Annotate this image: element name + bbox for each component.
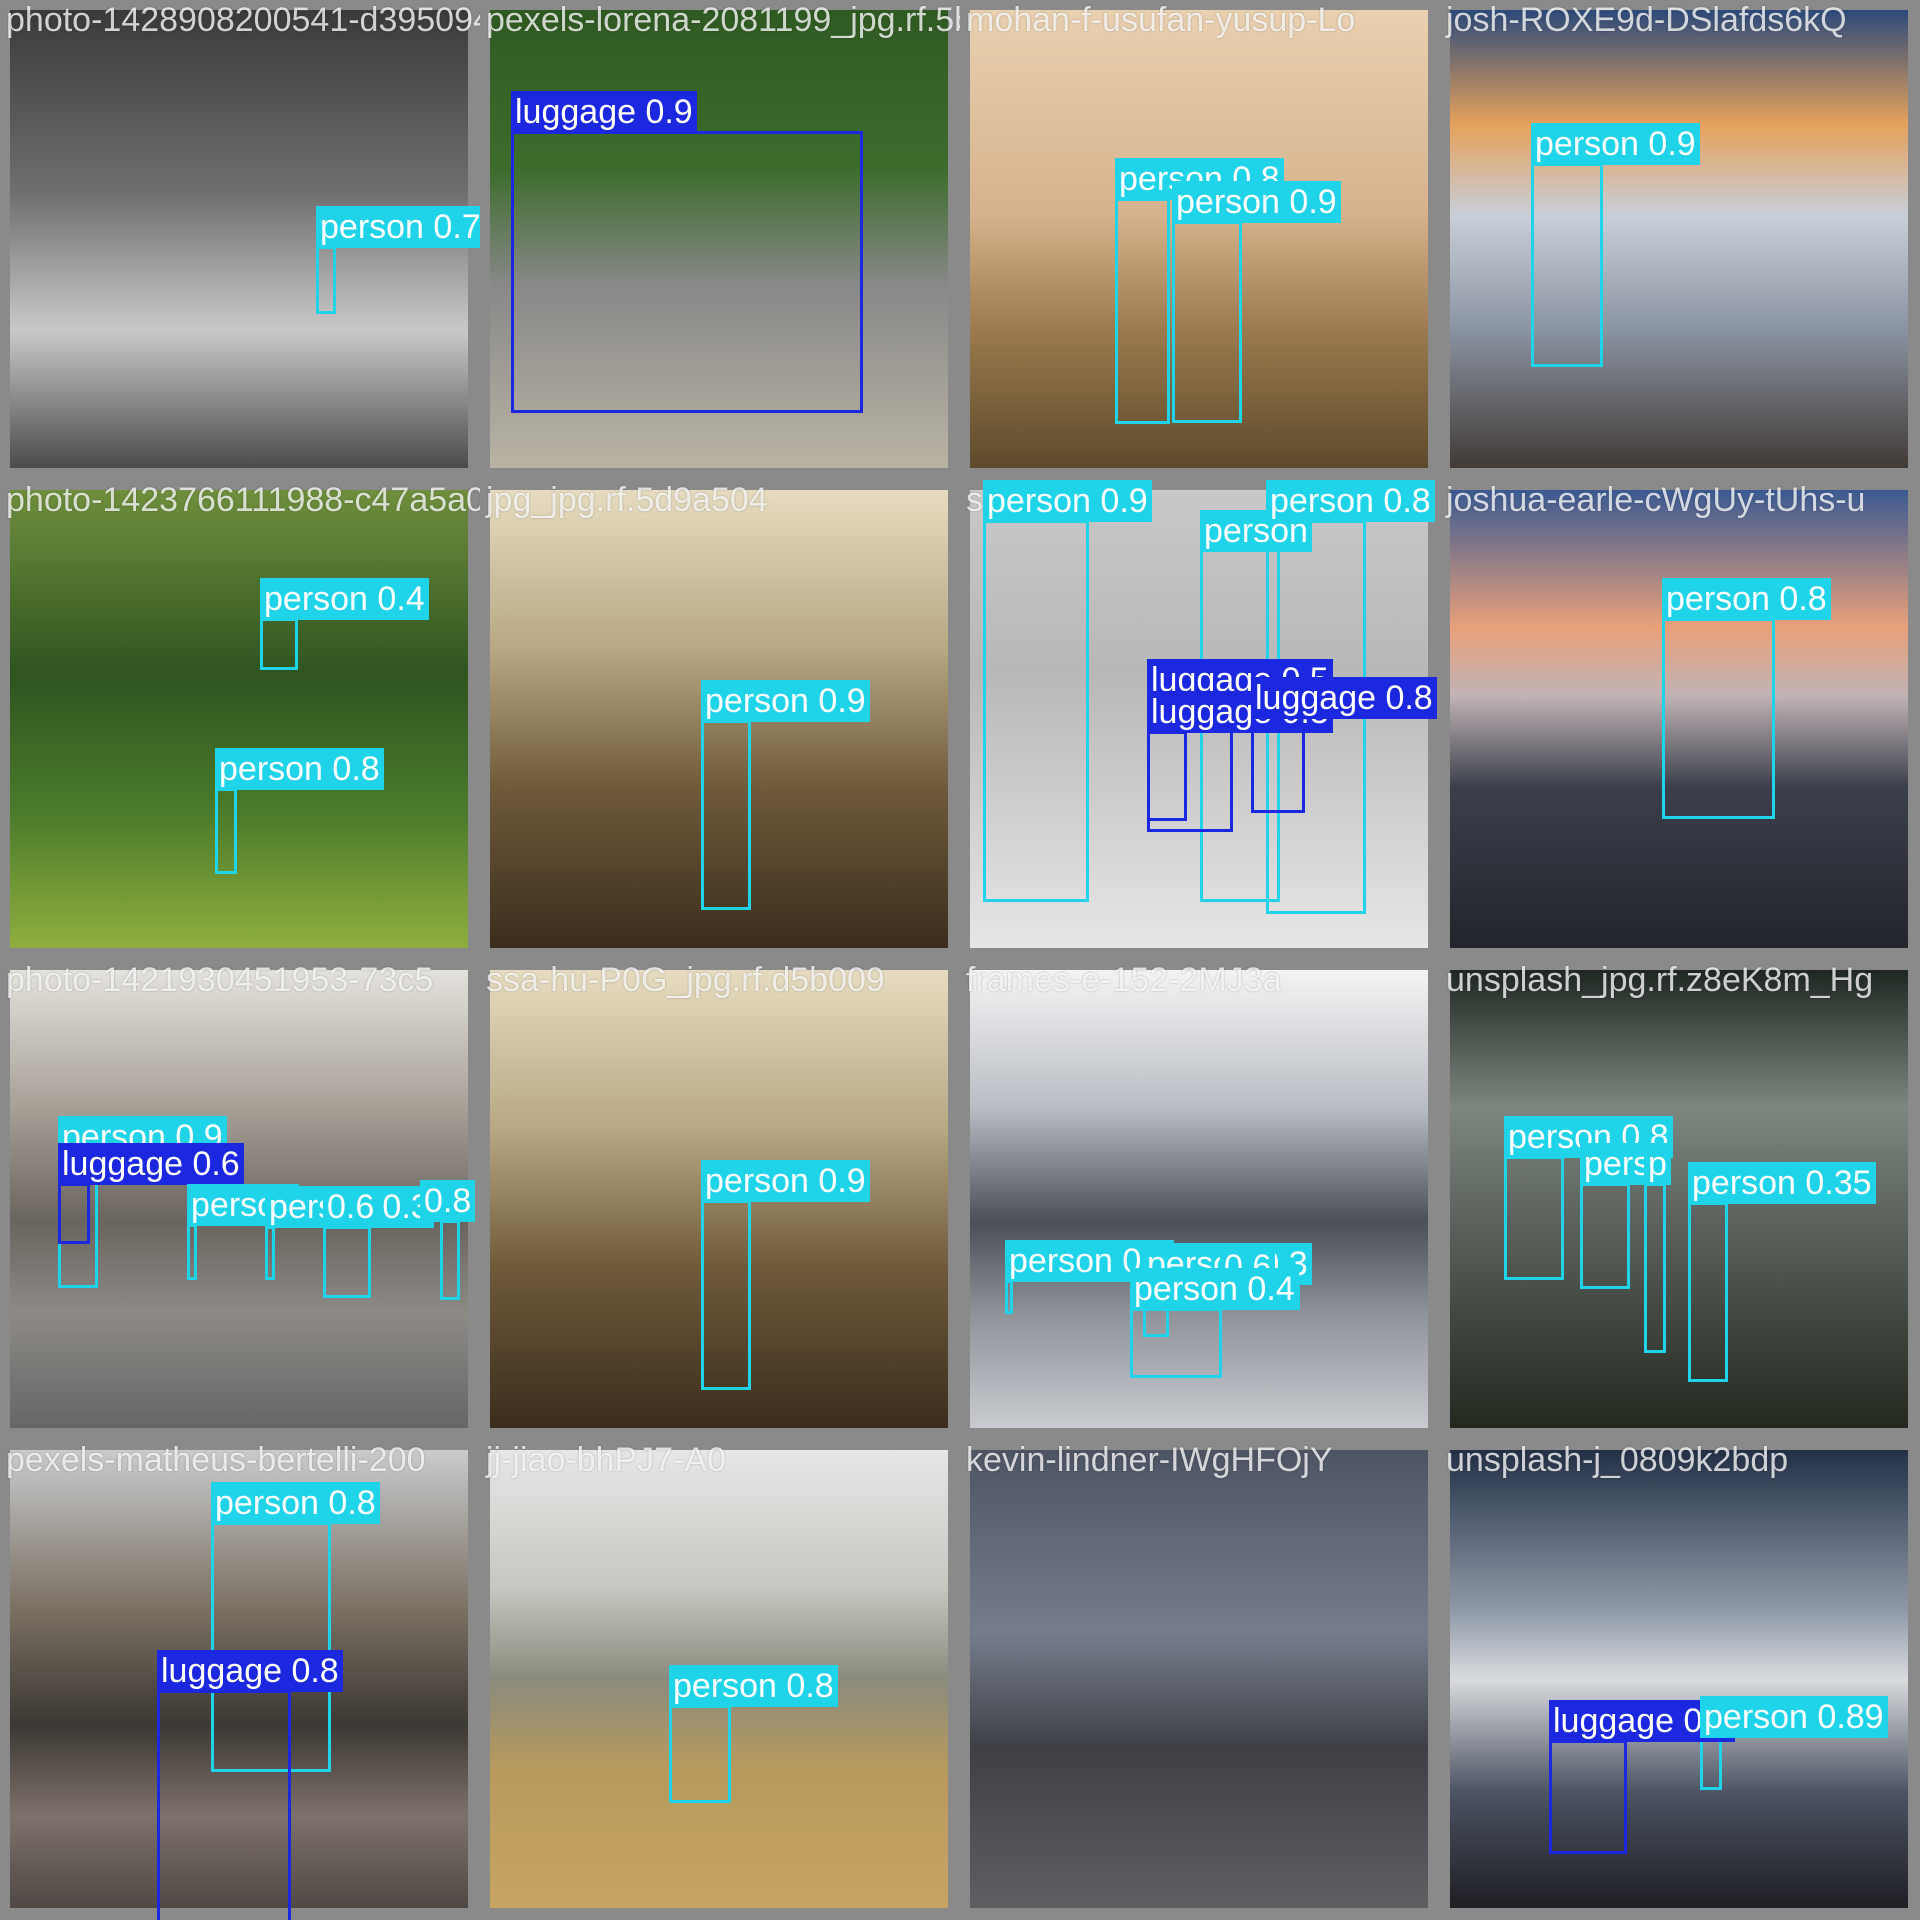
tile-filename: pexels-matheus-bertelli-200 [6, 1441, 426, 1479]
person-bounding-box [983, 520, 1089, 902]
luggage-bounding-box [157, 1690, 291, 1920]
person-label: 0.6 [323, 1186, 379, 1228]
image-tile: pexels-matheus-bertelli-200 person 0.8 lug… [0, 1440, 480, 1920]
person-label: person 0.9 [983, 480, 1152, 522]
person-bounding-box [1662, 618, 1775, 819]
image-tile: unsplash_jpg.rf.z8eK8m_Hg person 0.8 pers p… [1440, 960, 1920, 1440]
tile-photo [1450, 10, 1908, 468]
tile-filename: jpg_jpg.rf.5d9a504 [486, 481, 768, 519]
image-tile: photo-1421930451953-73c5 person 0.9 luggag… [0, 960, 480, 1440]
person-label: person 0.4 [260, 578, 429, 620]
tile-filename: unsplash_jpg.rf.z8eK8m_Hg [1446, 961, 1874, 999]
tile-filename: pexels-lorena-2081199_jpg.rf.5ba7f0 [486, 1, 960, 39]
person-bounding-box [701, 1200, 751, 1390]
mosaic-grid: photo-1428908200541-d395094e8314_jpegper… [0, 0, 1920, 1920]
luggage-bounding-box [1147, 731, 1187, 821]
person-bounding-box [187, 1224, 197, 1280]
image-tile: jpg_jpg.rf.5d9a504person 0.9 [480, 480, 960, 960]
image-tile: josh-ROXE9d-DSlafds6kQ person 0.9 [1440, 0, 1920, 480]
luggage-label: luggage 0.6 [58, 1143, 244, 1185]
person-label: person 0.9 [701, 1160, 870, 1202]
person-bounding-box [1688, 1202, 1728, 1382]
tile-filename: ssa-hu-P0G_jpg.rf.d5b009 [486, 961, 885, 999]
person-bounding-box [1172, 221, 1242, 423]
person-label: person 0.35 [1688, 1162, 1876, 1204]
tile-filename: photo-1428908200541-d395094e8314_jpeg [6, 1, 480, 39]
person-label: person 0.4 [1130, 1268, 1299, 1310]
tile-filename: kevin-lindner-IWgHFOjY [966, 1441, 1333, 1479]
image-tile: unsplash-j_0809k2bdp luggage 0.4 person 0.… [1440, 1440, 1920, 1920]
tile-filename: joshua-earle-cWgUy-tUhs-u [1446, 481, 1866, 519]
person-bounding-box [316, 246, 336, 314]
image-tile: photo-1423766111988-c47a5a06fb_jpgperson… [0, 480, 480, 960]
person-label: person 0.9 [1531, 123, 1700, 165]
tile-filename: josh-ROXE9d-DSlafds6kQ [1446, 1, 1847, 39]
person-label: person 0.8 [1266, 480, 1435, 522]
image-tile: frames-e-152-2MJ3a person 0.3 person 0.3 0.… [960, 960, 1440, 1440]
image-tile: s-4-8872person 0.9personperson 0.8luggag… [960, 480, 1440, 960]
person-bounding-box [440, 1220, 460, 1300]
luggage-label: luggage 0.8 [1251, 677, 1437, 719]
image-tile: photo-1428908200541-d395094e8314_jpegper… [0, 0, 480, 480]
luggage-bounding-box [1549, 1740, 1627, 1854]
tile-photo [1450, 1450, 1908, 1908]
person-bounding-box [1580, 1183, 1630, 1289]
tile-filename: frames-e-152-2MJ3a [966, 961, 1282, 999]
tile-photo [970, 1450, 1428, 1908]
person-label: person 0.89 [1700, 1696, 1888, 1738]
tile-filename: mohan-f-usufan-yusup-Lo [966, 1, 1356, 39]
person-bounding-box [1005, 1280, 1013, 1314]
image-tile: pexels-lorena-2081199_jpg.rf.5ba7f0lugga… [480, 0, 960, 480]
person-label: person 0.8 [215, 748, 384, 790]
person-bounding-box [1644, 1183, 1666, 1353]
person-label: person 0.9 [1172, 181, 1341, 223]
person-label: p [1644, 1143, 1671, 1185]
person-bounding-box [265, 1226, 275, 1280]
person-bounding-box [1130, 1308, 1222, 1378]
person-label: person 0.7 [316, 206, 480, 248]
image-tile: ssa-hu-P0G_jpg.rf.d5b009person 0.9 [480, 960, 960, 1440]
tile-photo [10, 490, 468, 948]
person-bounding-box [323, 1226, 371, 1298]
image-tile: joshua-earle-cWgUy-tUhs-u person 0.8 [1440, 480, 1920, 960]
image-tile: kevin-lindner-IWgHFOjY [960, 1440, 1440, 1920]
luggage-label: luggage 0.8 [157, 1650, 343, 1692]
luggage-label: luggage 0.9 [511, 91, 697, 133]
image-tile: mohan-f-usufan-yusup-Lo person 0.8 person … [960, 0, 1440, 480]
person-label: person 0.8 [1662, 578, 1831, 620]
person-bounding-box [1531, 163, 1603, 367]
person-label: person 0.9 [701, 680, 870, 722]
person-label: person 0.8 [211, 1482, 380, 1524]
person-bounding-box [215, 788, 237, 874]
tile-filename: photo-1421930451953-73c5 [6, 961, 434, 999]
person-bounding-box [1115, 198, 1170, 424]
person-bounding-box [1700, 1736, 1722, 1790]
tile-filename: jj-jiao-bhPJ7-A0 [486, 1441, 726, 1479]
person-bounding-box [260, 618, 298, 670]
person-bounding-box [1504, 1156, 1564, 1280]
luggage-bounding-box [511, 131, 863, 413]
person-label: 0.8 [420, 1180, 476, 1222]
tile-filename: photo-1423766111988-c47a5a06fb_jpg [6, 481, 480, 519]
person-label: person 0.8 [669, 1665, 838, 1707]
person-bounding-box [701, 720, 751, 910]
person-bounding-box [669, 1705, 731, 1803]
tile-filename: unsplash-j_0809k2bdp [1446, 1441, 1789, 1479]
luggage-bounding-box [58, 1183, 90, 1244]
image-tile: jj-jiao-bhPJ7-A0 person 0.8 [480, 1440, 960, 1920]
